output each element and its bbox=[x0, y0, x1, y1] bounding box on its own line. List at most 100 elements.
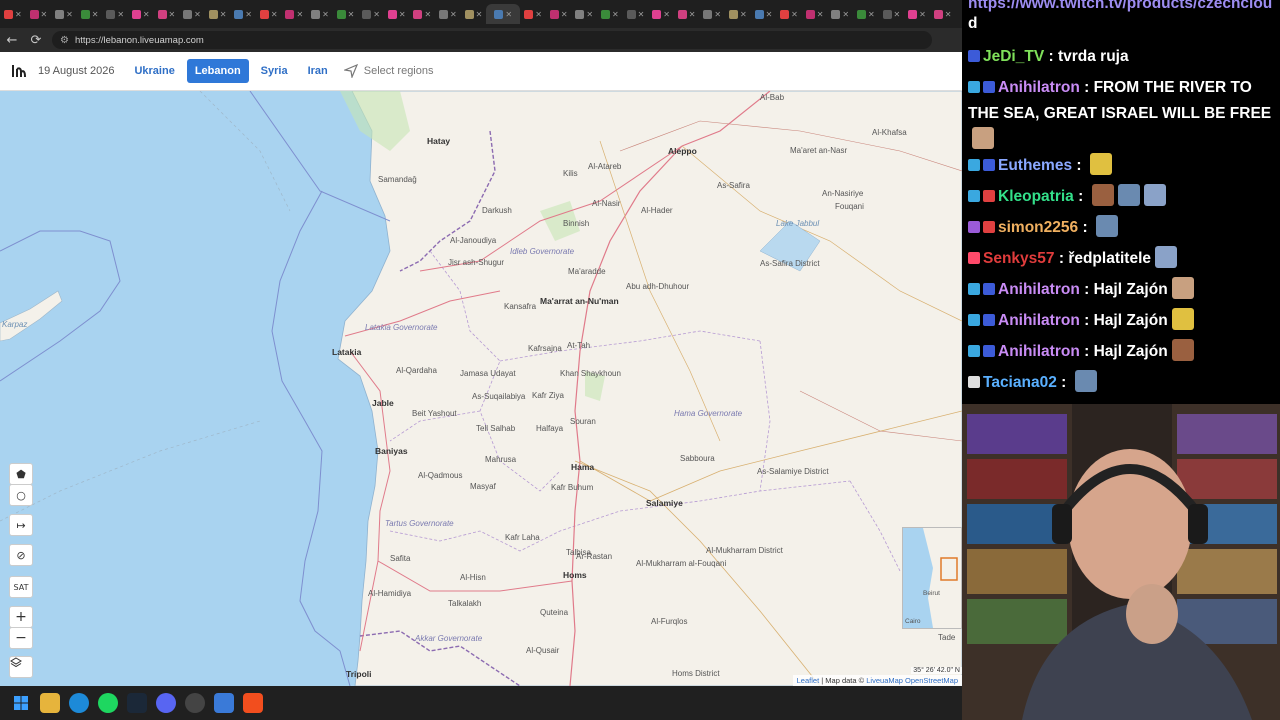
browser-tab[interactable]: ✕ bbox=[256, 4, 282, 24]
liveuamap-logo[interactable] bbox=[0, 52, 38, 90]
draw-circle-control[interactable]: ○ bbox=[9, 484, 33, 506]
spotify-icon[interactable] bbox=[98, 693, 118, 713]
figma-icon[interactable] bbox=[243, 693, 263, 713]
tab-close-icon[interactable]: ✕ bbox=[92, 10, 99, 19]
browser-tab[interactable]: ✕ bbox=[205, 4, 231, 24]
tab-close-icon[interactable]: ✕ bbox=[586, 10, 593, 19]
chat-username[interactable]: Anihilatron bbox=[998, 312, 1080, 329]
tab-close-icon[interactable]: ✕ bbox=[817, 10, 824, 19]
tab-close-icon[interactable]: ✕ bbox=[424, 10, 431, 19]
edge-browser-icon[interactable] bbox=[69, 693, 89, 713]
region-tab-lebanon[interactable]: Lebanon bbox=[186, 59, 249, 83]
tab-close-icon[interactable]: ✕ bbox=[15, 10, 22, 19]
browser-tab[interactable]: ✕ bbox=[571, 4, 597, 24]
zoom-in-button[interactable]: + bbox=[9, 606, 33, 628]
tab-close-icon[interactable]: ✕ bbox=[450, 10, 457, 19]
chat-username[interactable]: Anihilatron bbox=[998, 343, 1080, 360]
tab-close-icon[interactable]: ✕ bbox=[399, 10, 406, 19]
draw-polygon-control[interactable]: ⬟ bbox=[9, 463, 33, 485]
browser-tab[interactable]: ✕ bbox=[435, 4, 461, 24]
notepad-icon[interactable] bbox=[214, 693, 234, 713]
tab-close-icon[interactable]: ✕ bbox=[66, 10, 73, 19]
browser-tab[interactable]: ✕ bbox=[930, 4, 956, 24]
chat-username[interactable]: simon2256 bbox=[998, 219, 1078, 236]
browser-tab[interactable]: ✕ bbox=[597, 4, 623, 24]
tab-close-icon[interactable]: ✕ bbox=[245, 10, 252, 19]
zoom-out-button[interactable]: − bbox=[9, 627, 33, 649]
tab-close-icon[interactable]: ✕ bbox=[945, 10, 952, 19]
tab-close-icon[interactable]: ✕ bbox=[689, 10, 696, 19]
tab-close-icon[interactable]: ✕ bbox=[535, 10, 542, 19]
tab-close-icon[interactable]: ✕ bbox=[842, 10, 849, 19]
region-tab-iran[interactable]: Iran bbox=[300, 59, 336, 83]
region-tab-syria[interactable]: Syria bbox=[253, 59, 296, 83]
satellite-toggle[interactable]: SAT bbox=[9, 576, 33, 598]
select-regions-button[interactable]: Select regions bbox=[343, 64, 434, 78]
browser-tab[interactable]: ✕ bbox=[128, 4, 154, 24]
windows-start-icon[interactable] bbox=[11, 693, 31, 713]
tab-close-icon[interactable]: ✕ bbox=[296, 10, 303, 19]
browser-tab[interactable]: ✕ bbox=[230, 4, 256, 24]
browser-tab[interactable]: ✕ bbox=[674, 4, 700, 24]
browser-tab[interactable]: ✕ bbox=[827, 4, 853, 24]
browser-tab[interactable]: ✕ bbox=[358, 4, 384, 24]
tab-close-icon[interactable]: ✕ bbox=[117, 10, 124, 19]
back-button[interactable]: ← bbox=[0, 28, 24, 52]
browser-tab[interactable]: ✕ bbox=[520, 4, 546, 24]
address-bar[interactable]: ⚙ https://lebanon.liveuamap.com bbox=[52, 31, 932, 49]
tab-close-icon[interactable]: ✕ bbox=[612, 10, 619, 19]
browser-tab[interactable]: ✕ bbox=[282, 4, 308, 24]
browser-tab[interactable]: ✕ bbox=[0, 4, 26, 24]
browser-tab[interactable]: ✕ bbox=[77, 4, 103, 24]
tab-close-icon[interactable]: ✕ bbox=[41, 10, 48, 19]
browser-tab[interactable]: ✕ bbox=[333, 4, 359, 24]
leaflet-link[interactable]: Leaflet bbox=[797, 676, 820, 685]
tab-close-icon[interactable]: ✕ bbox=[894, 10, 901, 19]
map-canvas[interactable]: Al-Bab Aleppo As-Safira Hatay Samandağ Kilis A… bbox=[0, 91, 962, 686]
tab-close-icon[interactable]: ✕ bbox=[220, 10, 227, 19]
tab-close-icon[interactable]: ✕ bbox=[791, 10, 798, 19]
browser-tab[interactable]: ✕ bbox=[648, 4, 674, 24]
chat-username[interactable]: JeDi_TV bbox=[983, 48, 1044, 65]
browser-tab[interactable]: ✕ bbox=[26, 4, 52, 24]
tab-close-icon[interactable]: ✕ bbox=[322, 10, 329, 19]
draw-line-control[interactable]: ↦ bbox=[9, 514, 33, 536]
browser-tab[interactable]: ✕ bbox=[879, 4, 905, 24]
tab-close-icon[interactable]: ✕ bbox=[476, 10, 483, 19]
steam-icon[interactable] bbox=[127, 693, 147, 713]
tab-close-icon[interactable]: ✕ bbox=[919, 10, 926, 19]
browser-tab[interactable]: ✕ bbox=[802, 4, 828, 24]
layers-control[interactable] bbox=[9, 656, 33, 678]
browser-tab[interactable]: ✕ bbox=[725, 4, 751, 24]
browser-tab[interactable]: ✕ bbox=[461, 4, 487, 24]
chrome-icon[interactable] bbox=[185, 693, 205, 713]
tab-close-icon[interactable]: ✕ bbox=[271, 10, 278, 19]
chat-username[interactable]: Senkys57 bbox=[983, 250, 1055, 267]
minimap[interactable]: Beirut Cairo bbox=[902, 527, 962, 629]
tab-close-icon[interactable]: ✕ bbox=[766, 10, 773, 19]
tab-close-icon[interactable]: ✕ bbox=[638, 10, 645, 19]
browser-tab[interactable]: ✕ bbox=[51, 4, 77, 24]
tab-close-icon[interactable]: ✕ bbox=[714, 10, 721, 19]
tab-close-icon[interactable]: ✕ bbox=[505, 10, 512, 19]
chat-username[interactable]: Anihilatron bbox=[998, 281, 1080, 298]
browser-tab[interactable]: ✕ bbox=[486, 4, 521, 24]
tab-close-icon[interactable]: ✕ bbox=[348, 10, 355, 19]
chat-username[interactable]: Taciana02 bbox=[983, 374, 1057, 391]
chat-username[interactable]: Euthemes bbox=[998, 157, 1072, 174]
browser-tab[interactable]: ✕ bbox=[623, 4, 649, 24]
browser-tab[interactable]: ✕ bbox=[154, 4, 180, 24]
file-explorer-icon[interactable] bbox=[40, 693, 60, 713]
tab-close-icon[interactable]: ✕ bbox=[868, 10, 875, 19]
discord-icon[interactable] bbox=[156, 693, 176, 713]
browser-tab[interactable]: ✕ bbox=[102, 4, 128, 24]
browser-tab[interactable]: ✕ bbox=[699, 4, 725, 24]
browser-tab[interactable]: ✕ bbox=[751, 4, 777, 24]
browser-tab[interactable]: ✕ bbox=[410, 4, 436, 24]
tab-close-icon[interactable]: ✕ bbox=[663, 10, 670, 19]
tab-close-icon[interactable]: ✕ bbox=[373, 10, 380, 19]
chat-username[interactable]: Anihilatron bbox=[998, 79, 1080, 96]
browser-tab[interactable]: ✕ bbox=[853, 4, 879, 24]
reload-button[interactable]: ⟳ bbox=[24, 28, 48, 52]
chat-username[interactable]: Kleopatria bbox=[998, 188, 1074, 205]
